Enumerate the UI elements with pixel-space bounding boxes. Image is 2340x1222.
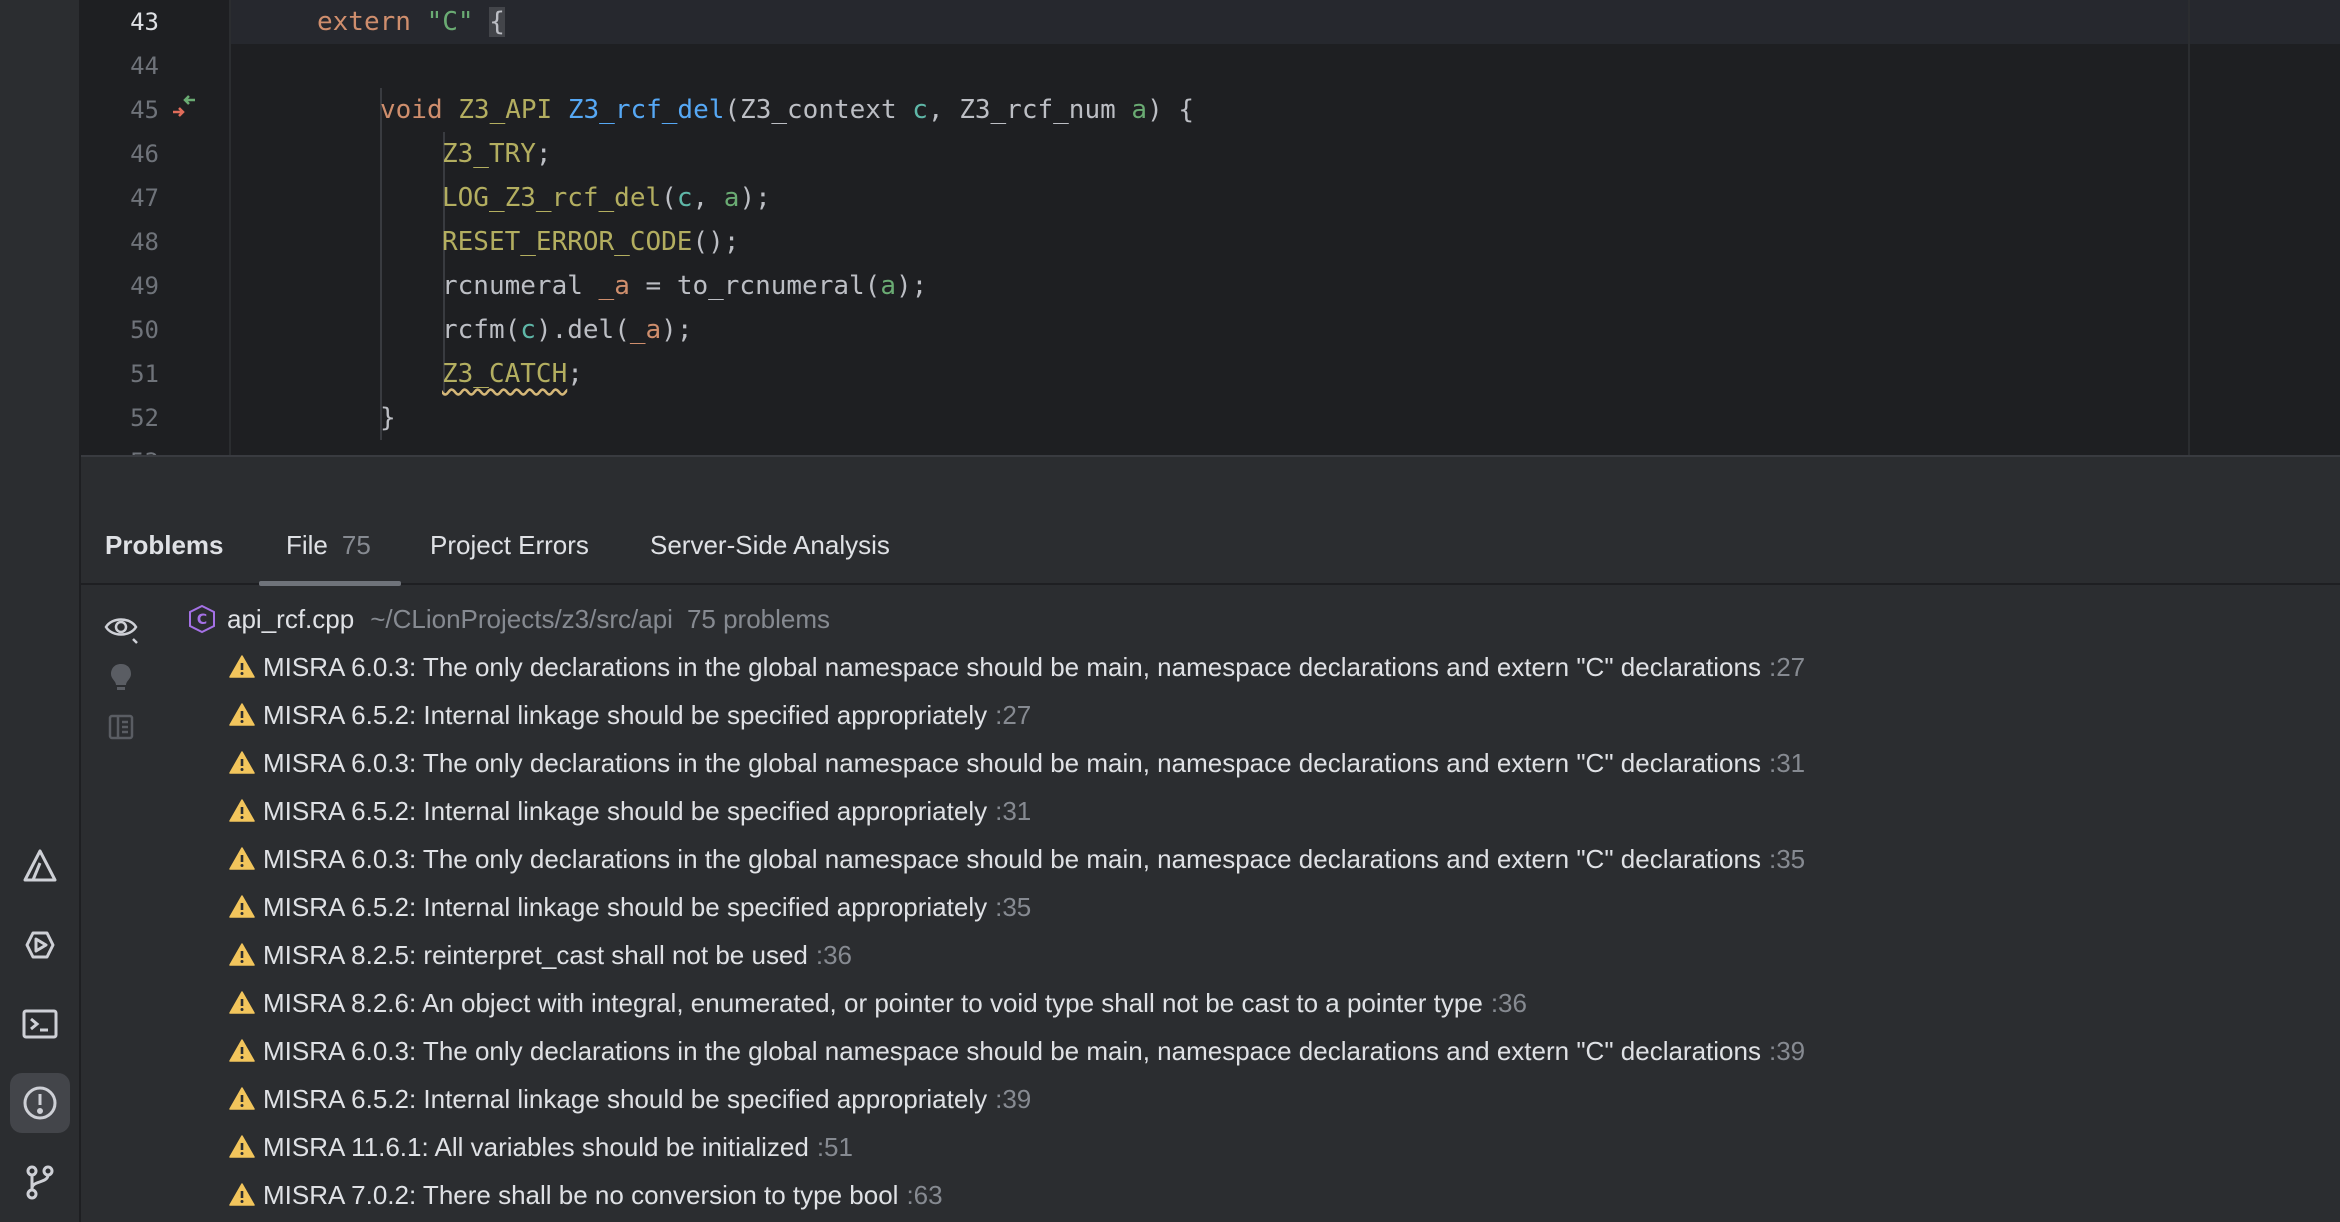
warning-icon <box>229 1087 255 1110</box>
warning-icon <box>229 799 255 822</box>
problems-title: Problems <box>105 530 224 560</box>
problems-tree: C api_rcf.cpp ~/CLionProjects/z3/src/api… <box>81 587 2340 1222</box>
tab-file[interactable]: File 75 <box>286 505 371 585</box>
problem-line: :36 <box>1490 988 1527 1018</box>
problem-message: MISRA 6.0.3: The only declarations in th… <box>263 748 1761 778</box>
line-number: 51 <box>130 360 159 388</box>
go-to-declaration-icon[interactable] <box>167 90 201 124</box>
problem-message: MISRA 6.5.2: Internal linkage should be … <box>263 796 988 826</box>
code-line-45: void Z3_API Z3_rcf_del(Z3_context c, Z3_… <box>380 95 1195 125</box>
problem-message: MISRA 8.2.5: reinterpret_cast shall not … <box>263 940 808 970</box>
problem-message: MISRA 6.5.2: Internal linkage should be … <box>263 700 988 730</box>
git-icon[interactable] <box>10 1152 70 1212</box>
code-line-52: } <box>380 403 396 433</box>
line-number: 52 <box>130 404 159 432</box>
problem-item[interactable]: MISRA 6.5.2: Internal linkage should be … <box>229 887 1031 927</box>
code-line-48: RESET_ERROR_CODE(); <box>442 227 740 257</box>
tool-window-strip <box>0 0 81 1222</box>
active-tab-indicator <box>259 581 401 586</box>
line-number: 49 <box>130 272 159 300</box>
problem-message: MISRA 6.0.3: The only declarations in th… <box>263 652 1761 682</box>
code-line-49: rcnumeral _a = to_rcnumeral(a); <box>442 271 928 301</box>
warning-icon <box>229 703 255 726</box>
problem-item[interactable]: MISRA 6.0.3: The only declarations in th… <box>229 647 1805 687</box>
line-number: 47 <box>130 184 159 212</box>
file-name: api_rcf.cpp <box>227 604 355 634</box>
problem-message: MISRA 6.5.2: Internal linkage should be … <box>263 1084 988 1114</box>
file-node[interactable]: C api_rcf.cpp ~/CLionProjects/z3/src/api… <box>187 599 830 639</box>
problem-line: :35 <box>1768 844 1806 874</box>
line-number: 43 <box>130 8 159 36</box>
problem-line: :27 <box>995 700 1032 730</box>
warning-icon <box>229 991 255 1014</box>
problem-item[interactable]: MISRA 11.6.1: All variables should be in… <box>229 1127 853 1167</box>
code-line-51: Z3_CATCH; <box>442 359 583 389</box>
terminal-icon[interactable] <box>10 994 70 1054</box>
warning-icon <box>229 1039 255 1062</box>
problem-item[interactable]: MISRA 7.0.2: There shall be no conversio… <box>229 1175 943 1215</box>
warning-icon <box>229 751 255 774</box>
problem-item[interactable]: MISRA 8.2.5: reinterpret_cast shall not … <box>229 935 852 975</box>
line-number: 45 <box>130 96 159 124</box>
problem-item[interactable]: MISRA 8.2.6: An object with integral, en… <box>229 983 1527 1023</box>
problem-message: MISRA 8.2.6: An object with integral, en… <box>263 988 1483 1018</box>
problem-item[interactable]: MISRA 6.0.3: The only declarations in th… <box>229 743 1805 783</box>
problem-item[interactable]: MISRA 6.5.2: Internal linkage should be … <box>229 695 1031 735</box>
editor-splitter[interactable] <box>81 455 2340 505</box>
problem-count: 75 problems <box>686 604 831 634</box>
code-line-47: LOG_Z3_rcf_del(c, a); <box>442 183 771 213</box>
warning-icon <box>229 655 255 678</box>
code-line-46: Z3_TRY; <box>442 139 552 169</box>
problem-item[interactable]: MISRA 6.5.2: Internal linkage should be … <box>229 791 1031 831</box>
code-line-50: rcfm(c).del(_a); <box>442 315 693 345</box>
problem-line: :36 <box>815 940 853 970</box>
warning-icon <box>229 847 255 870</box>
tab-server-side-analysis[interactable]: Server-Side Analysis <box>650 505 890 585</box>
line-number: 48 <box>130 228 159 256</box>
problem-line: :39 <box>1768 1036 1806 1066</box>
file-path: ~/CLionProjects/z3/src/api <box>370 604 673 634</box>
problem-message: MISRA 6.0.3: The only declarations in th… <box>263 1036 1761 1066</box>
problem-message: MISRA 7.0.2: There shall be no conversio… <box>263 1180 899 1210</box>
warning-icon <box>229 943 255 966</box>
line-number: 44 <box>130 52 159 80</box>
cpp-file-icon: C <box>189 604 215 634</box>
line-number: 50 <box>130 316 159 344</box>
problem-line: :63 <box>906 1180 943 1210</box>
right-margin-guide <box>2188 0 2190 455</box>
problems-icon[interactable] <box>10 1073 70 1133</box>
problem-line: :31 <box>1768 748 1806 778</box>
notifications-icon[interactable] <box>10 836 70 896</box>
problem-item[interactable]: MISRA 6.0.3: The only declarations in th… <box>229 839 1805 879</box>
warning-icon <box>229 1135 255 1158</box>
line-number: 46 <box>130 140 159 168</box>
problem-item[interactable]: MISRA 6.5.2: Internal linkage should be … <box>229 1079 1031 1119</box>
run-icon[interactable] <box>10 915 70 975</box>
tab-project-errors[interactable]: Project Errors <box>430 505 589 585</box>
code-editor[interactable]: 43 44 45 46 47 48 49 50 51 52 53 extern … <box>81 0 2340 476</box>
problem-line: :31 <box>995 796 1032 826</box>
editor-gutter: 43 44 45 46 47 48 49 50 51 52 53 <box>81 0 231 476</box>
problem-message: MISRA 6.5.2: Internal linkage should be … <box>263 892 988 922</box>
code-line-43: extern "C" { <box>231 0 2340 44</box>
problems-tabs: Problems File 75 Project Errors Server-Si… <box>81 505 2340 586</box>
warning-icon <box>229 895 255 918</box>
problem-line: :27 <box>1768 652 1806 682</box>
svg-text:C: C <box>197 612 207 628</box>
code-area[interactable]: extern "C" { void Z3_API Z3_rcf_del(Z3_c… <box>231 0 2340 455</box>
warning-icon <box>229 1183 255 1206</box>
problem-line: :39 <box>995 1084 1032 1114</box>
problems-panel: Problems File 75 Project Errors Server-Si… <box>81 505 2340 1222</box>
problem-line: :35 <box>995 892 1032 922</box>
problem-message: MISRA 6.0.3: The only declarations in th… <box>263 844 1761 874</box>
problem-item[interactable]: MISRA 6.0.3: The only declarations in th… <box>229 1031 1805 1071</box>
problem-line: :51 <box>816 1132 853 1162</box>
problem-message: MISRA 11.6.1: All variables should be in… <box>263 1132 809 1162</box>
